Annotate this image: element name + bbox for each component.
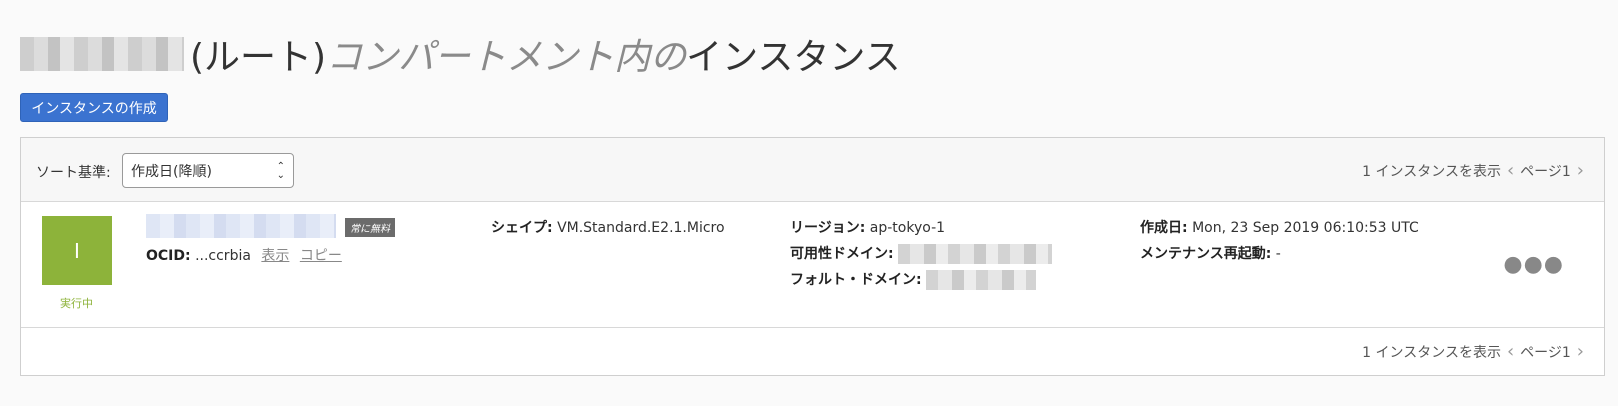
shape-field: シェイプ: VM.Standard.E2.1.Micro <box>491 217 725 237</box>
chevron-right-icon[interactable]: › <box>1577 160 1584 181</box>
instances-panel: ソート基準: 作成日(降順) ⌃ ⌄ 1 インスタンスを表示 ‹ ページ1 › I… <box>20 137 1605 376</box>
shape-value: VM.Standard.E2.1.Micro <box>557 220 725 236</box>
sort-select-value: 作成日(降順) <box>131 163 212 180</box>
page-label-bottom: ページ1 <box>1520 344 1571 361</box>
region-field: リージョン: ap-tokyo-1 <box>790 217 945 237</box>
chevron-left-icon[interactable]: ‹ <box>1507 160 1514 181</box>
pager-count-bottom: 1 インスタンスを表示 <box>1362 344 1501 361</box>
maintenance-label: メンテナンス再起動: <box>1140 246 1272 262</box>
create-instance-button[interactable]: インスタンスの作成 <box>20 93 168 122</box>
sort-select[interactable]: 作成日(降順) ⌃ ⌄ <box>122 153 294 188</box>
availability-domain-field: 可用性ドメイン: <box>790 243 1053 264</box>
fault-domain-field: フォルト・ドメイン: <box>790 269 1037 290</box>
maintenance-field: メンテナンス再起動: - <box>1140 243 1281 263</box>
chevron-left-icon[interactable]: ‹ <box>1507 341 1514 362</box>
sort-label: ソート基準: <box>36 165 111 181</box>
page-label: ページ1 <box>1520 163 1571 180</box>
list-toolbar: ソート基準: 作成日(降順) ⌃ ⌄ 1 インスタンスを表示 ‹ ページ1 › <box>21 138 1604 202</box>
shape-label: シェイプ: <box>491 220 553 236</box>
ocid-copy-link[interactable]: コピー <box>300 248 342 264</box>
page-title: (ルート) コンパートメント内の インスタンス <box>20 30 901 78</box>
ad-value-redacted <box>898 244 1053 264</box>
select-caret-icon: ⌃ ⌄ <box>276 161 285 181</box>
region-label: リージョン: <box>790 220 866 236</box>
ocid-value: ...ccrbia <box>195 248 251 264</box>
created-field: 作成日: Mon, 23 Sep 2019 06:10:53 UTC <box>1140 217 1419 237</box>
compartment-name-redacted <box>20 37 184 71</box>
title-instances: インスタンス <box>686 37 901 78</box>
always-free-badge: 常に無料 <box>345 218 395 237</box>
list-footer: 1 インスタンスを表示 ‹ ページ1 › <box>21 328 1604 374</box>
ocid-label: OCID: <box>146 248 191 264</box>
pager-top: 1 インスタンスを表示 ‹ ページ1 › <box>1362 160 1590 181</box>
fd-label: フォルト・ドメイン: <box>790 272 922 288</box>
ocid-field: OCID: ...ccrbia 表示 コピー <box>146 245 342 265</box>
created-label: 作成日: <box>1140 220 1188 236</box>
chevron-right-icon[interactable]: › <box>1577 341 1584 362</box>
ocid-show-link[interactable]: 表示 <box>261 248 289 264</box>
instance-name-link-redacted[interactable] <box>146 214 336 238</box>
instance-state-label: 実行中 <box>60 297 93 310</box>
instance-row: I 実行中 常に無料 OCID: ...ccrbia 表示 コピー シェイプ: … <box>21 202 1604 328</box>
pager-count: 1 インスタンスを表示 <box>1362 163 1501 180</box>
region-value: ap-tokyo-1 <box>869 220 946 236</box>
maintenance-value: - <box>1275 246 1281 262</box>
more-options-icon[interactable]: ●●● <box>1503 252 1564 277</box>
title-root: (ルート) <box>190 37 327 78</box>
instance-state-icon: I <box>42 216 112 285</box>
fd-value-redacted <box>926 270 1037 290</box>
title-compartment-phrase: コンパートメント内の <box>326 37 687 78</box>
ad-label: 可用性ドメイン: <box>790 246 894 262</box>
created-value: Mon, 23 Sep 2019 06:10:53 UTC <box>1192 220 1419 236</box>
pager-bottom: 1 インスタンスを表示 ‹ ページ1 › <box>1362 341 1590 362</box>
